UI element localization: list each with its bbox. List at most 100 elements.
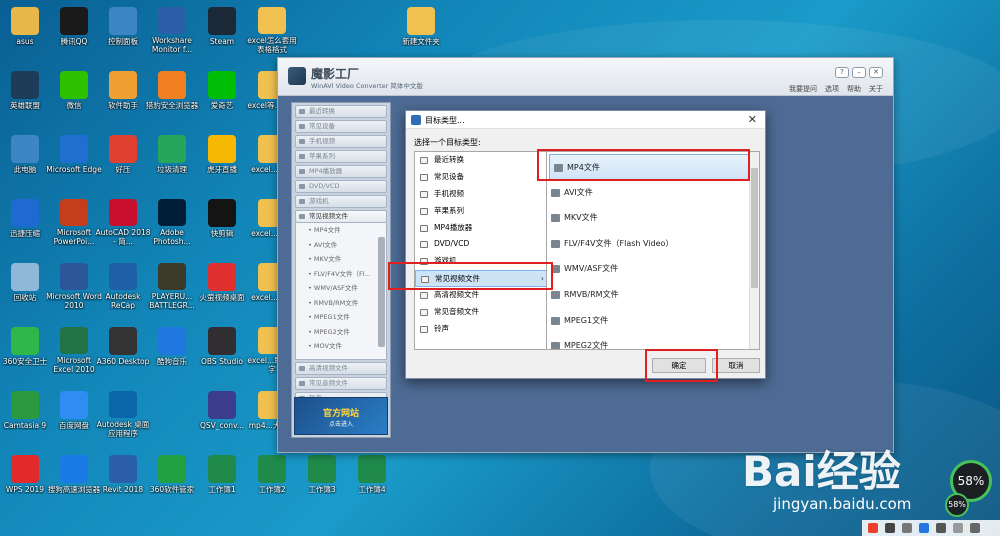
close-icon[interactable]: ✕ xyxy=(869,67,883,78)
sogou-ime-icon[interactable] xyxy=(868,523,878,533)
format-item[interactable]: AVI文件 xyxy=(547,180,759,206)
category-item[interactable]: 最近转换 xyxy=(415,152,551,169)
punctuation-icon[interactable] xyxy=(902,523,912,533)
desktop-icon[interactable]: A360 Desktop xyxy=(97,324,149,374)
desktop-icon[interactable]: 工作簿1 xyxy=(197,452,247,502)
desktop-icon[interactable]: Autodesk 桌面应用程序 xyxy=(97,388,149,438)
desktop-icon[interactable]: Workshare Monitor f... xyxy=(147,4,197,54)
desktop-icon[interactable]: 软件助手 xyxy=(98,68,148,118)
nav-sub-item[interactable]: RMVB/RM文件 xyxy=(296,296,386,311)
category-item[interactable]: 常见设备 xyxy=(415,169,551,186)
scrollbar-thumb[interactable] xyxy=(751,168,758,288)
ime-mode-icon[interactable] xyxy=(885,523,895,533)
desktop-icon[interactable]: Steam xyxy=(197,4,247,54)
nav-sub-item[interactable]: AVI文件 xyxy=(296,238,386,253)
desktop-icon[interactable]: asus xyxy=(0,4,50,54)
desktop-icon[interactable]: Microsoft PowerPoi... xyxy=(49,196,99,246)
desktop-icon[interactable]: 酷狗音乐 xyxy=(147,324,197,374)
category-item[interactable]: 苹果系列 xyxy=(415,203,551,220)
category-item[interactable]: 常见音频文件 xyxy=(415,304,551,321)
nav-sub-item[interactable]: FLV/F4V文件（Fl... xyxy=(296,267,386,282)
nav-sub-item[interactable]: MPEG1文件 xyxy=(296,310,386,325)
desktop-icon[interactable]: Microsoft Word 2010 xyxy=(46,260,102,310)
desktop-icon[interactable]: 猎豹安全浏览器 xyxy=(146,68,198,118)
keyboard-icon[interactable] xyxy=(936,523,946,533)
desktop-icon[interactable]: 控制面板 xyxy=(98,4,148,54)
desktop-icon[interactable]: Adobe Photosh... xyxy=(147,196,197,246)
desktop-icon[interactable]: Autodesk ReCap xyxy=(98,260,148,310)
desktop-icon[interactable]: Microsoft Excel 2010 xyxy=(49,324,99,374)
nav-item[interactable]: 常见视频文件 xyxy=(295,210,387,223)
desktop-icon[interactable]: 360软件管家 xyxy=(147,452,197,502)
desktop-icon[interactable]: 好压 xyxy=(98,132,148,182)
menu-options[interactable]: 选项 xyxy=(825,84,839,94)
nav-item[interactable]: DVD/VCD xyxy=(295,180,387,193)
desktop-icon[interactable]: 搜狗高速浏览器 xyxy=(48,452,100,502)
desktop-icon[interactable]: 360安全卫士 xyxy=(0,324,50,374)
desktop-icon[interactable]: 垃圾清理 xyxy=(147,132,197,182)
nav-sub-item[interactable]: WMV/ASF文件 xyxy=(296,281,386,296)
nav-sub-item[interactable]: MP4文件 xyxy=(296,223,386,238)
desktop-icon[interactable]: 快剪辑 xyxy=(197,196,247,246)
desktop-icon[interactable]: 回收站 xyxy=(0,260,50,310)
speed-meter-small[interactable]: 58% xyxy=(945,493,969,517)
nav-sub-item[interactable]: MKV文件 xyxy=(296,252,386,267)
menu-about[interactable]: 关于 xyxy=(869,84,883,94)
format-item[interactable]: RMVB/RM文件 xyxy=(547,282,759,308)
desktop-icon[interactable]: Microsoft Edge xyxy=(46,132,102,182)
desktop-icon[interactable]: 新建文件夹 xyxy=(396,4,446,54)
nav-scrollbar[interactable] xyxy=(378,237,385,347)
nav-item[interactable]: 常见音频文件 xyxy=(295,377,387,390)
category-item[interactable]: 手机视频 xyxy=(415,186,551,203)
nav-item[interactable]: 游戏机 xyxy=(295,195,387,208)
category-item[interactable]: DVD/VCD xyxy=(415,236,551,253)
desktop-icon[interactable]: 此电脑 xyxy=(0,132,50,182)
desktop-icon[interactable]: Camtasia 9 xyxy=(0,388,50,438)
help-icon[interactable]: ? xyxy=(835,67,849,78)
minimize-icon[interactable]: – xyxy=(852,67,866,78)
desktop-icon[interactable]: WPS 2019 xyxy=(0,452,50,502)
nav-item[interactable]: 常见设备 xyxy=(295,120,387,133)
desktop-icon[interactable]: OBS Studio xyxy=(197,324,247,374)
desktop-icon[interactable]: 百度网盘 xyxy=(49,388,99,438)
menu-ask[interactable]: 我要提问 xyxy=(789,84,817,94)
category-item[interactable]: MP4播放器 xyxy=(415,220,551,237)
format-item[interactable]: MPEG2文件 xyxy=(547,333,759,349)
nav-sub-item[interactable]: MPEG2文件 xyxy=(296,325,386,340)
desktop-icon[interactable]: 英雄联盟 xyxy=(0,68,50,118)
format-list-scrollbar[interactable] xyxy=(749,152,759,349)
format-item[interactable]: FLV/F4V文件（Flash Video） xyxy=(547,231,759,257)
desktop-icon[interactable]: 工作簿3 xyxy=(297,452,347,502)
desktop-icon[interactable]: 微信 xyxy=(49,68,99,118)
nav-sub-item[interactable]: MOV文件 xyxy=(296,339,386,354)
desktop-icon[interactable]: 腾讯QQ xyxy=(49,4,99,54)
skin-icon[interactable] xyxy=(953,523,963,533)
format-item[interactable]: WMV/ASF文件 xyxy=(547,256,759,282)
desktop-icon[interactable]: 迅捷压缩 xyxy=(0,196,50,246)
microphone-icon[interactable] xyxy=(919,523,929,533)
desktop-icon[interactable]: Revit 2018 xyxy=(98,452,148,502)
desktop-icon[interactable]: PLAYERU... BATTLEGR... xyxy=(147,260,197,310)
tools-icon[interactable] xyxy=(970,523,980,533)
nav-item[interactable]: MP4播放器 xyxy=(295,165,387,178)
desktop-icon[interactable]: 工作簿4 xyxy=(347,452,397,502)
desktop-icon[interactable]: 爱奇艺 xyxy=(197,68,247,118)
nav-item[interactable]: 最近转换 xyxy=(295,105,387,118)
format-item[interactable]: MPEG1文件 xyxy=(547,308,759,334)
menu-help[interactable]: 帮助 xyxy=(847,84,861,94)
category-item[interactable]: 铃声 xyxy=(415,321,551,338)
desktop-icon[interactable]: AutoCAD 2018 - 简... xyxy=(95,196,151,246)
desktop-icon[interactable]: excel怎么套用表格格式 xyxy=(247,4,297,54)
desktop-icon[interactable]: 虎牙直播 xyxy=(197,132,247,182)
desktop-icon[interactable]: 工作簿2 xyxy=(247,452,297,502)
dialog-close-icon[interactable]: ✕ xyxy=(748,113,757,126)
format-label: FLV/F4V文件（Flash Video） xyxy=(564,238,674,248)
cancel-button[interactable]: 取消 xyxy=(712,358,760,373)
nav-item[interactable]: 高清视频文件 xyxy=(295,362,387,375)
desktop-icon[interactable]: 火萤视频桌面 xyxy=(197,260,247,310)
desktop-icon[interactable]: QSV_conv... xyxy=(197,388,247,438)
nav-item[interactable]: 手机视频 xyxy=(295,135,387,148)
format-item[interactable]: MKV文件 xyxy=(547,205,759,231)
official-site-banner[interactable]: 官方网站 点击进入 xyxy=(294,397,388,435)
nav-item[interactable]: 苹果系列 xyxy=(295,150,387,163)
